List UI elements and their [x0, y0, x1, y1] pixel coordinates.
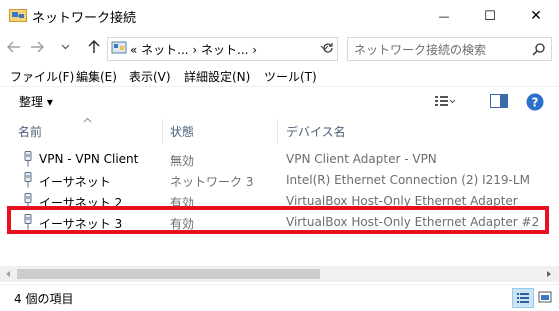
change-view-button[interactable]	[434, 92, 458, 110]
search-placeholder: ネットワーク接続の検索	[354, 43, 487, 57]
list-item[interactable]: イーサネット ネットワーク 3 Intel(R) Ethernet Connec…	[0, 170, 550, 191]
column-divider[interactable]	[277, 119, 278, 144]
menu-view[interactable]: 表示(V)	[129, 68, 171, 85]
preview-pane-icon	[490, 94, 508, 108]
search-icon	[532, 43, 545, 56]
details-view-button[interactable]	[512, 288, 534, 308]
close-icon: ✕	[530, 8, 542, 24]
minimize-icon: —	[438, 9, 450, 23]
row-status: 無効	[170, 154, 195, 168]
help-icon: ?	[526, 93, 544, 111]
list-item[interactable]: VPN - VPN Client 無効 VPN Client Adapter -…	[0, 149, 550, 170]
up-button[interactable]	[84, 37, 104, 57]
details-view-icon	[517, 293, 529, 303]
window-title: ネットワーク接続	[32, 11, 137, 26]
large-icons-view-icon	[538, 291, 552, 303]
menu-file[interactable]: ファイル(F)	[10, 68, 74, 85]
column-divider[interactable]	[162, 119, 163, 144]
row-device: VPN Client Adapter - VPN	[286, 152, 437, 166]
back-arrow-icon	[7, 41, 20, 53]
status-bar	[0, 284, 559, 311]
close-button[interactable]: ✕	[513, 0, 559, 32]
breadcrumb[interactable]: « ネット... › ネット... ›	[130, 41, 257, 58]
network-folder-icon	[9, 9, 27, 22]
help-button[interactable]: ?	[526, 93, 544, 111]
command-bar	[0, 86, 559, 117]
column-header-status[interactable]: 状態	[170, 123, 194, 140]
control-panel-icon	[111, 41, 127, 54]
row-status: ネットワーク 3	[170, 175, 254, 189]
forward-arrow-icon	[31, 41, 44, 53]
column-header-name[interactable]: 名前	[18, 123, 42, 140]
back-button[interactable]	[4, 37, 24, 57]
scroll-left-icon[interactable]	[4, 270, 12, 278]
column-header-device[interactable]: デバイス名	[286, 123, 346, 140]
row-device: Intel(R) Ethernet Connection (2) I219-LM	[286, 173, 530, 187]
refresh-icon	[323, 43, 333, 53]
minimize-button[interactable]: —	[421, 0, 467, 32]
search-box[interactable]: ネットワーク接続の検索	[347, 37, 552, 61]
address-bar[interactable]: « ネット... › ネット... ›	[107, 37, 338, 61]
preview-pane-button[interactable]	[490, 94, 508, 108]
sort-ascending-icon	[83, 117, 92, 123]
details-view-icon	[435, 96, 456, 106]
network-adapter-icon	[24, 151, 32, 167]
maximize-button[interactable]: ☐	[467, 0, 513, 32]
scrollbar-thumb[interactable]	[17, 269, 320, 279]
svg-text:?: ?	[532, 96, 539, 110]
scroll-right-icon[interactable]	[545, 270, 553, 278]
menu-advanced[interactable]: 詳細設定(N)	[184, 68, 250, 85]
forward-button[interactable]	[27, 37, 47, 57]
maximize-icon: ☐	[484, 8, 496, 24]
large-icons-view-button[interactable]	[535, 288, 555, 306]
up-arrow-icon	[88, 40, 100, 53]
refresh-button[interactable]	[318, 38, 338, 58]
organize-button[interactable]: 整理 ▾	[19, 93, 53, 110]
item-count: 4 個の項目	[14, 292, 74, 306]
row-name: VPN - VPN Client	[39, 152, 139, 166]
row-name: イーサネット	[39, 175, 111, 189]
highlight-box	[7, 206, 549, 234]
chevron-down-icon	[61, 44, 69, 50]
recent-locations-button[interactable]	[58, 37, 72, 57]
menu-tools[interactable]: ツール(T)	[264, 68, 317, 85]
menu-edit[interactable]: 編集(E)	[76, 68, 117, 85]
network-adapter-icon	[24, 172, 32, 188]
